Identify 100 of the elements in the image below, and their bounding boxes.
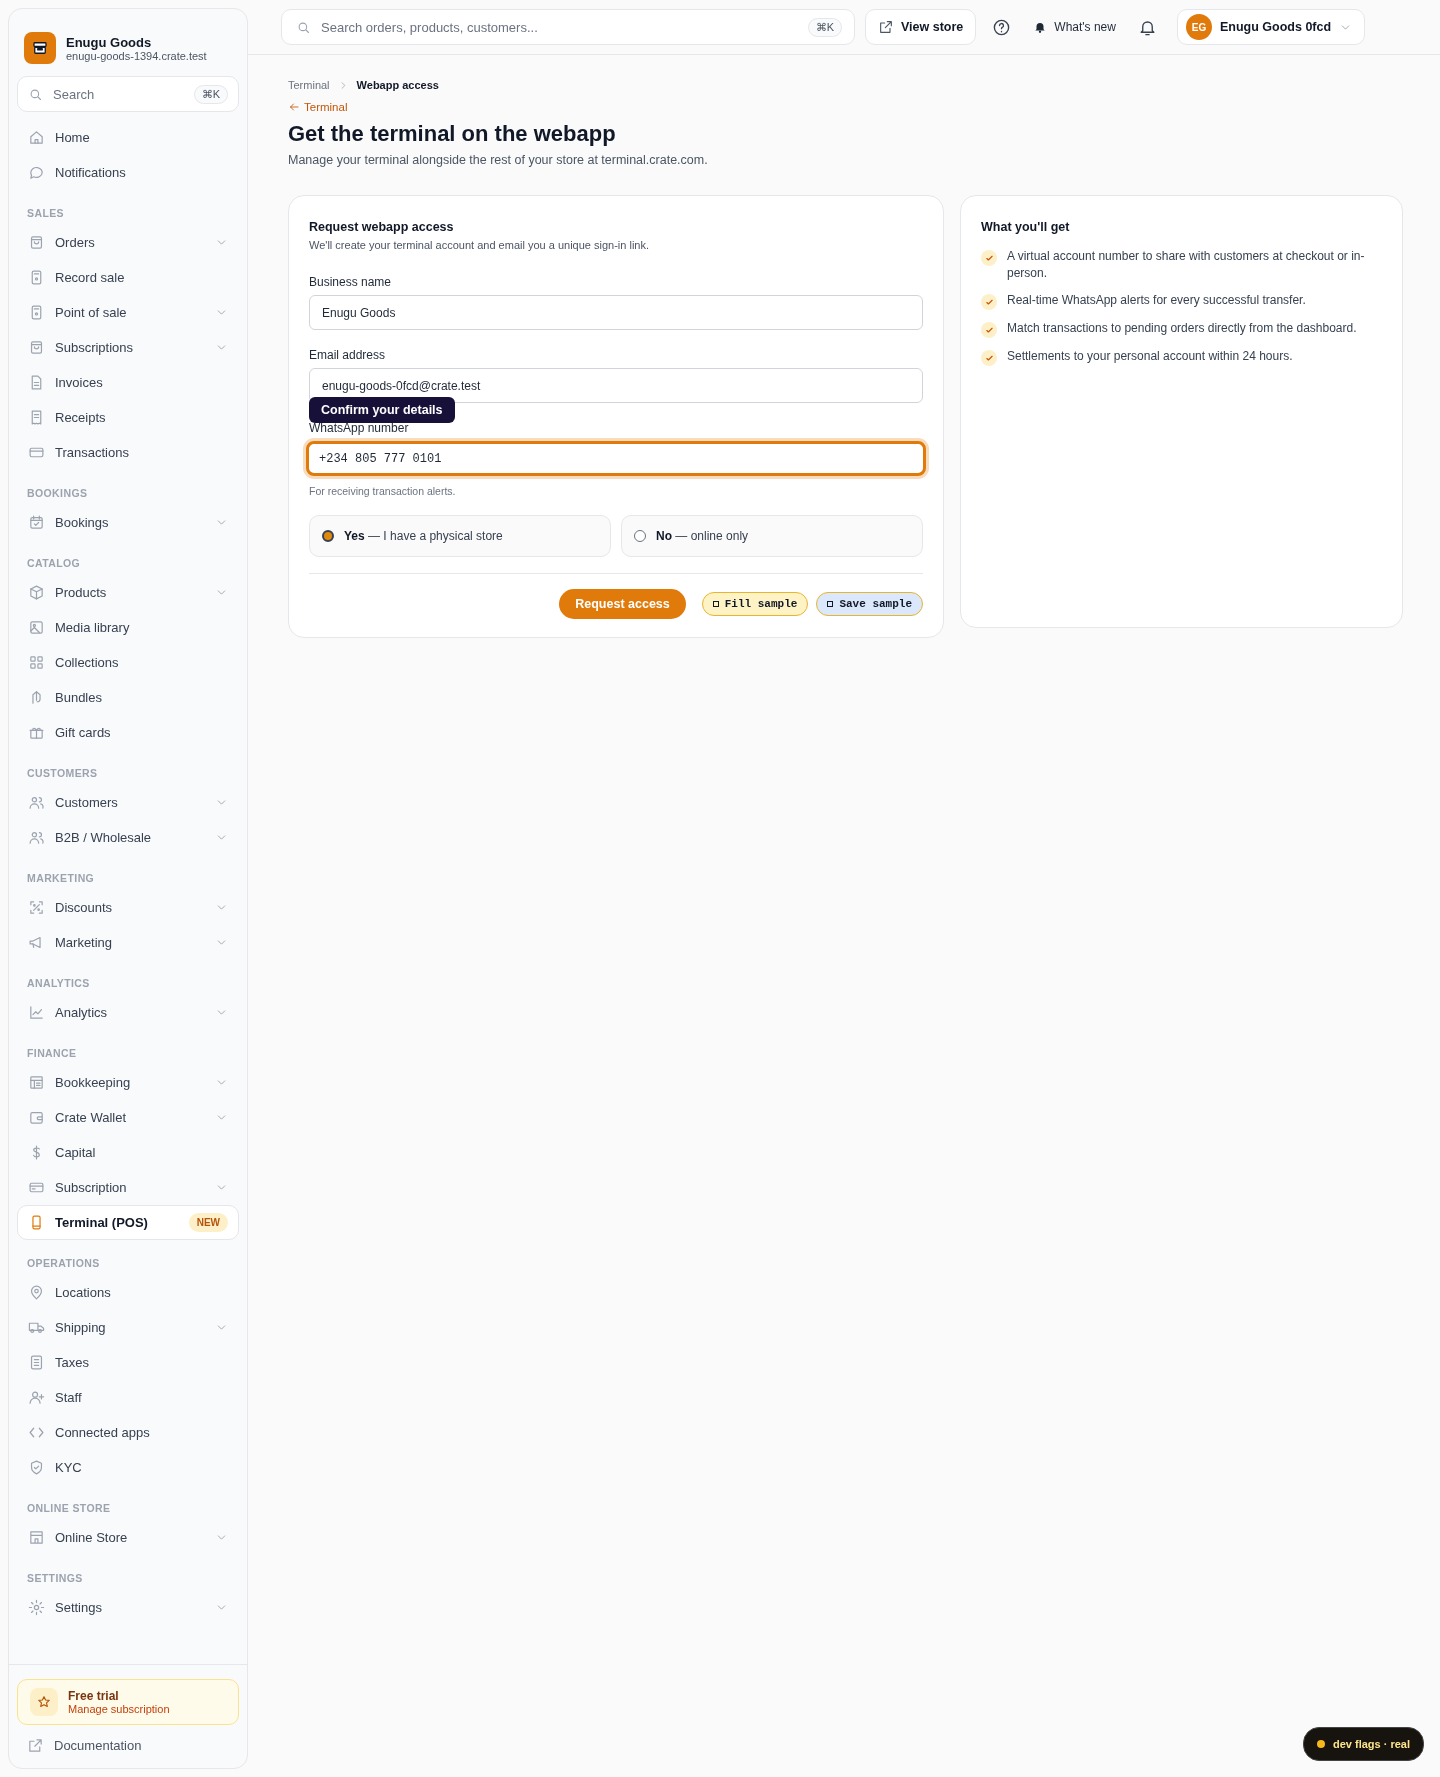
nav-item[interactable]: Record sale (17, 260, 239, 295)
section-heading: SETTINGS (26, 1571, 84, 1586)
nav-item[interactable]: Crate Wallet (17, 1100, 239, 1135)
wallet-icon (28, 1109, 45, 1126)
nav-item[interactable]: Customers (17, 785, 239, 820)
sample-button[interactable]: Fill sample (701, 592, 809, 616)
check-icon (981, 350, 997, 366)
store-logo-icon (24, 32, 56, 64)
radio-option[interactable]: No — online only (621, 515, 923, 557)
option-label: No — online only (656, 529, 749, 543)
nav-item[interactable]: Bundles (17, 680, 239, 715)
shortcut-hint: ⌘K (807, 17, 842, 37)
sample-button[interactable]: Save sample (816, 592, 923, 616)
document-icon (28, 1354, 45, 1371)
page-subtitle: Manage your terminal alongside the rest of your store at terminal.crate.com. (288, 153, 709, 167)
field-label: Business name (309, 275, 393, 289)
nav-item[interactable]: Capital (17, 1135, 239, 1170)
radio-button[interactable] (634, 530, 646, 542)
bell-icon (1033, 20, 1048, 34)
nav-item[interactable]: Transactions (17, 435, 239, 470)
nav-item[interactable]: Point of sale (17, 295, 239, 330)
benefit-text: Real-time WhatsApp alerts for every successful transfer. (1007, 292, 1306, 309)
option-label: Yes — I have a physical store (344, 529, 503, 543)
section-heading: BOOKINGS (26, 486, 89, 501)
home-icon (28, 129, 45, 146)
benefit-text: Settlements to your personal account within 24 hours. (1007, 348, 1293, 365)
chart-icon (28, 1004, 45, 1021)
section-heading: OPERATIONS (26, 1256, 101, 1271)
whats-new-button[interactable]: What's new (1027, 20, 1122, 34)
nav-item[interactable]: Settings (17, 1590, 239, 1625)
help-icon[interactable] (992, 17, 1012, 37)
nav-item[interactable]: Analytics (17, 995, 239, 1030)
benefit-text: Match transactions to pending orders directly from the dashboard. (1007, 320, 1357, 337)
nav-item[interactable]: Online Store (17, 1520, 239, 1555)
benefit-text: A virtual account number to share with customers at checkout or in-person. (1007, 248, 1366, 282)
chat-bubble-icon (28, 164, 45, 181)
nav-item[interactable]: Gift cards (17, 715, 239, 750)
nav-item[interactable]: Invoices (17, 365, 239, 400)
page-title: Get the terminal on the webapp (288, 121, 617, 147)
nav-item[interactable]: KYC (17, 1450, 239, 1485)
nav-item[interactable]: Shipping (17, 1310, 239, 1345)
radio-option[interactable]: Yes — I have a physical store (309, 515, 611, 557)
nav-item[interactable]: Home (17, 120, 239, 155)
grid-icon (28, 654, 45, 671)
nav-item[interactable]: Collections (17, 645, 239, 680)
nav-item[interactable]: Media library (17, 610, 239, 645)
image-icon (28, 619, 45, 636)
nav-item[interactable]: Marketing (17, 925, 239, 960)
input-field[interactable]: Enugu Goods (309, 295, 923, 330)
section-heading: SALES (26, 206, 65, 221)
search-field[interactable]: Search orders, products, customers... ⌘K (281, 9, 855, 45)
user-plus-icon (28, 1389, 45, 1406)
search-field[interactable]: Search ⌘K (17, 76, 239, 112)
nav-item[interactable]: Connected apps (17, 1415, 239, 1450)
field-label: Email address (309, 348, 387, 362)
card-title: Request webapp access (309, 220, 455, 234)
nav-item[interactable]: Taxes (17, 1345, 239, 1380)
view-store-button[interactable]: View store (865, 9, 977, 45)
tooltip: Confirm your details (309, 397, 455, 423)
calendar-icon (28, 514, 45, 531)
section-heading: CUSTOMERS (26, 766, 99, 781)
nav-item[interactable]: Receipts (17, 400, 239, 435)
breadcrumb-item[interactable]: Terminal (288, 79, 330, 91)
nav-item[interactable]: Discounts (17, 890, 239, 925)
users-icon (28, 794, 45, 811)
dev-flags-badge[interactable]: dev flags · real (1302, 1727, 1424, 1761)
arrow-left-icon (288, 101, 300, 113)
new-badge: NEW (188, 1213, 228, 1232)
pin-icon (28, 1284, 45, 1301)
shield-icon (28, 1459, 45, 1476)
nav-item[interactable]: Orders (17, 225, 239, 260)
back-link[interactable]: Terminal (288, 101, 348, 113)
card-title: What you'll get (981, 220, 1071, 234)
card-subtitle: We'll create your terminal account and email you a unique sign-in link. (309, 239, 651, 251)
section-heading: ANALYTICS (26, 976, 91, 991)
nav-item[interactable]: Locations (17, 1275, 239, 1310)
breadcrumb-item[interactable]: Webapp access (356, 79, 439, 91)
input-field[interactable]: +234 805 777 0101 (306, 441, 926, 476)
help-text: For receiving transaction alerts. (309, 485, 457, 497)
input-field[interactable]: enugu-goods-0fcd@crate.test (309, 368, 923, 403)
documentation-link[interactable]: Documentation (17, 1725, 239, 1760)
nav-item[interactable]: Bookings (17, 505, 239, 540)
nav-item[interactable]: Terminal (POS) NEW (17, 1205, 239, 1240)
section-heading: CATALOG (26, 556, 82, 571)
check-icon (981, 322, 997, 338)
nav-item[interactable]: Products (17, 575, 239, 610)
nav-item[interactable]: Bookkeeping (17, 1065, 239, 1100)
external-link-icon (27, 1737, 44, 1754)
manage-subscription-link[interactable]: Manage subscription (68, 1703, 170, 1715)
trial-card[interactable]: Free trial Manage subscription (17, 1679, 239, 1725)
shopping-bag-icon (28, 234, 45, 251)
nav-item[interactable]: B2B / Wholesale (17, 820, 239, 855)
nav-item[interactable]: Notifications (17, 155, 239, 190)
nav-item[interactable]: Subscriptions (17, 330, 239, 365)
nav-item[interactable]: Staff (17, 1380, 239, 1415)
radio-button[interactable] (322, 530, 334, 542)
trial-title: Free trial (68, 1689, 120, 1703)
store-domain: enugu-goods-1394.crate.test (66, 49, 207, 62)
nav-item[interactable]: Subscription (17, 1170, 239, 1205)
account-menu[interactable]: EG Enugu Goods 0fcd (1176, 9, 1366, 45)
